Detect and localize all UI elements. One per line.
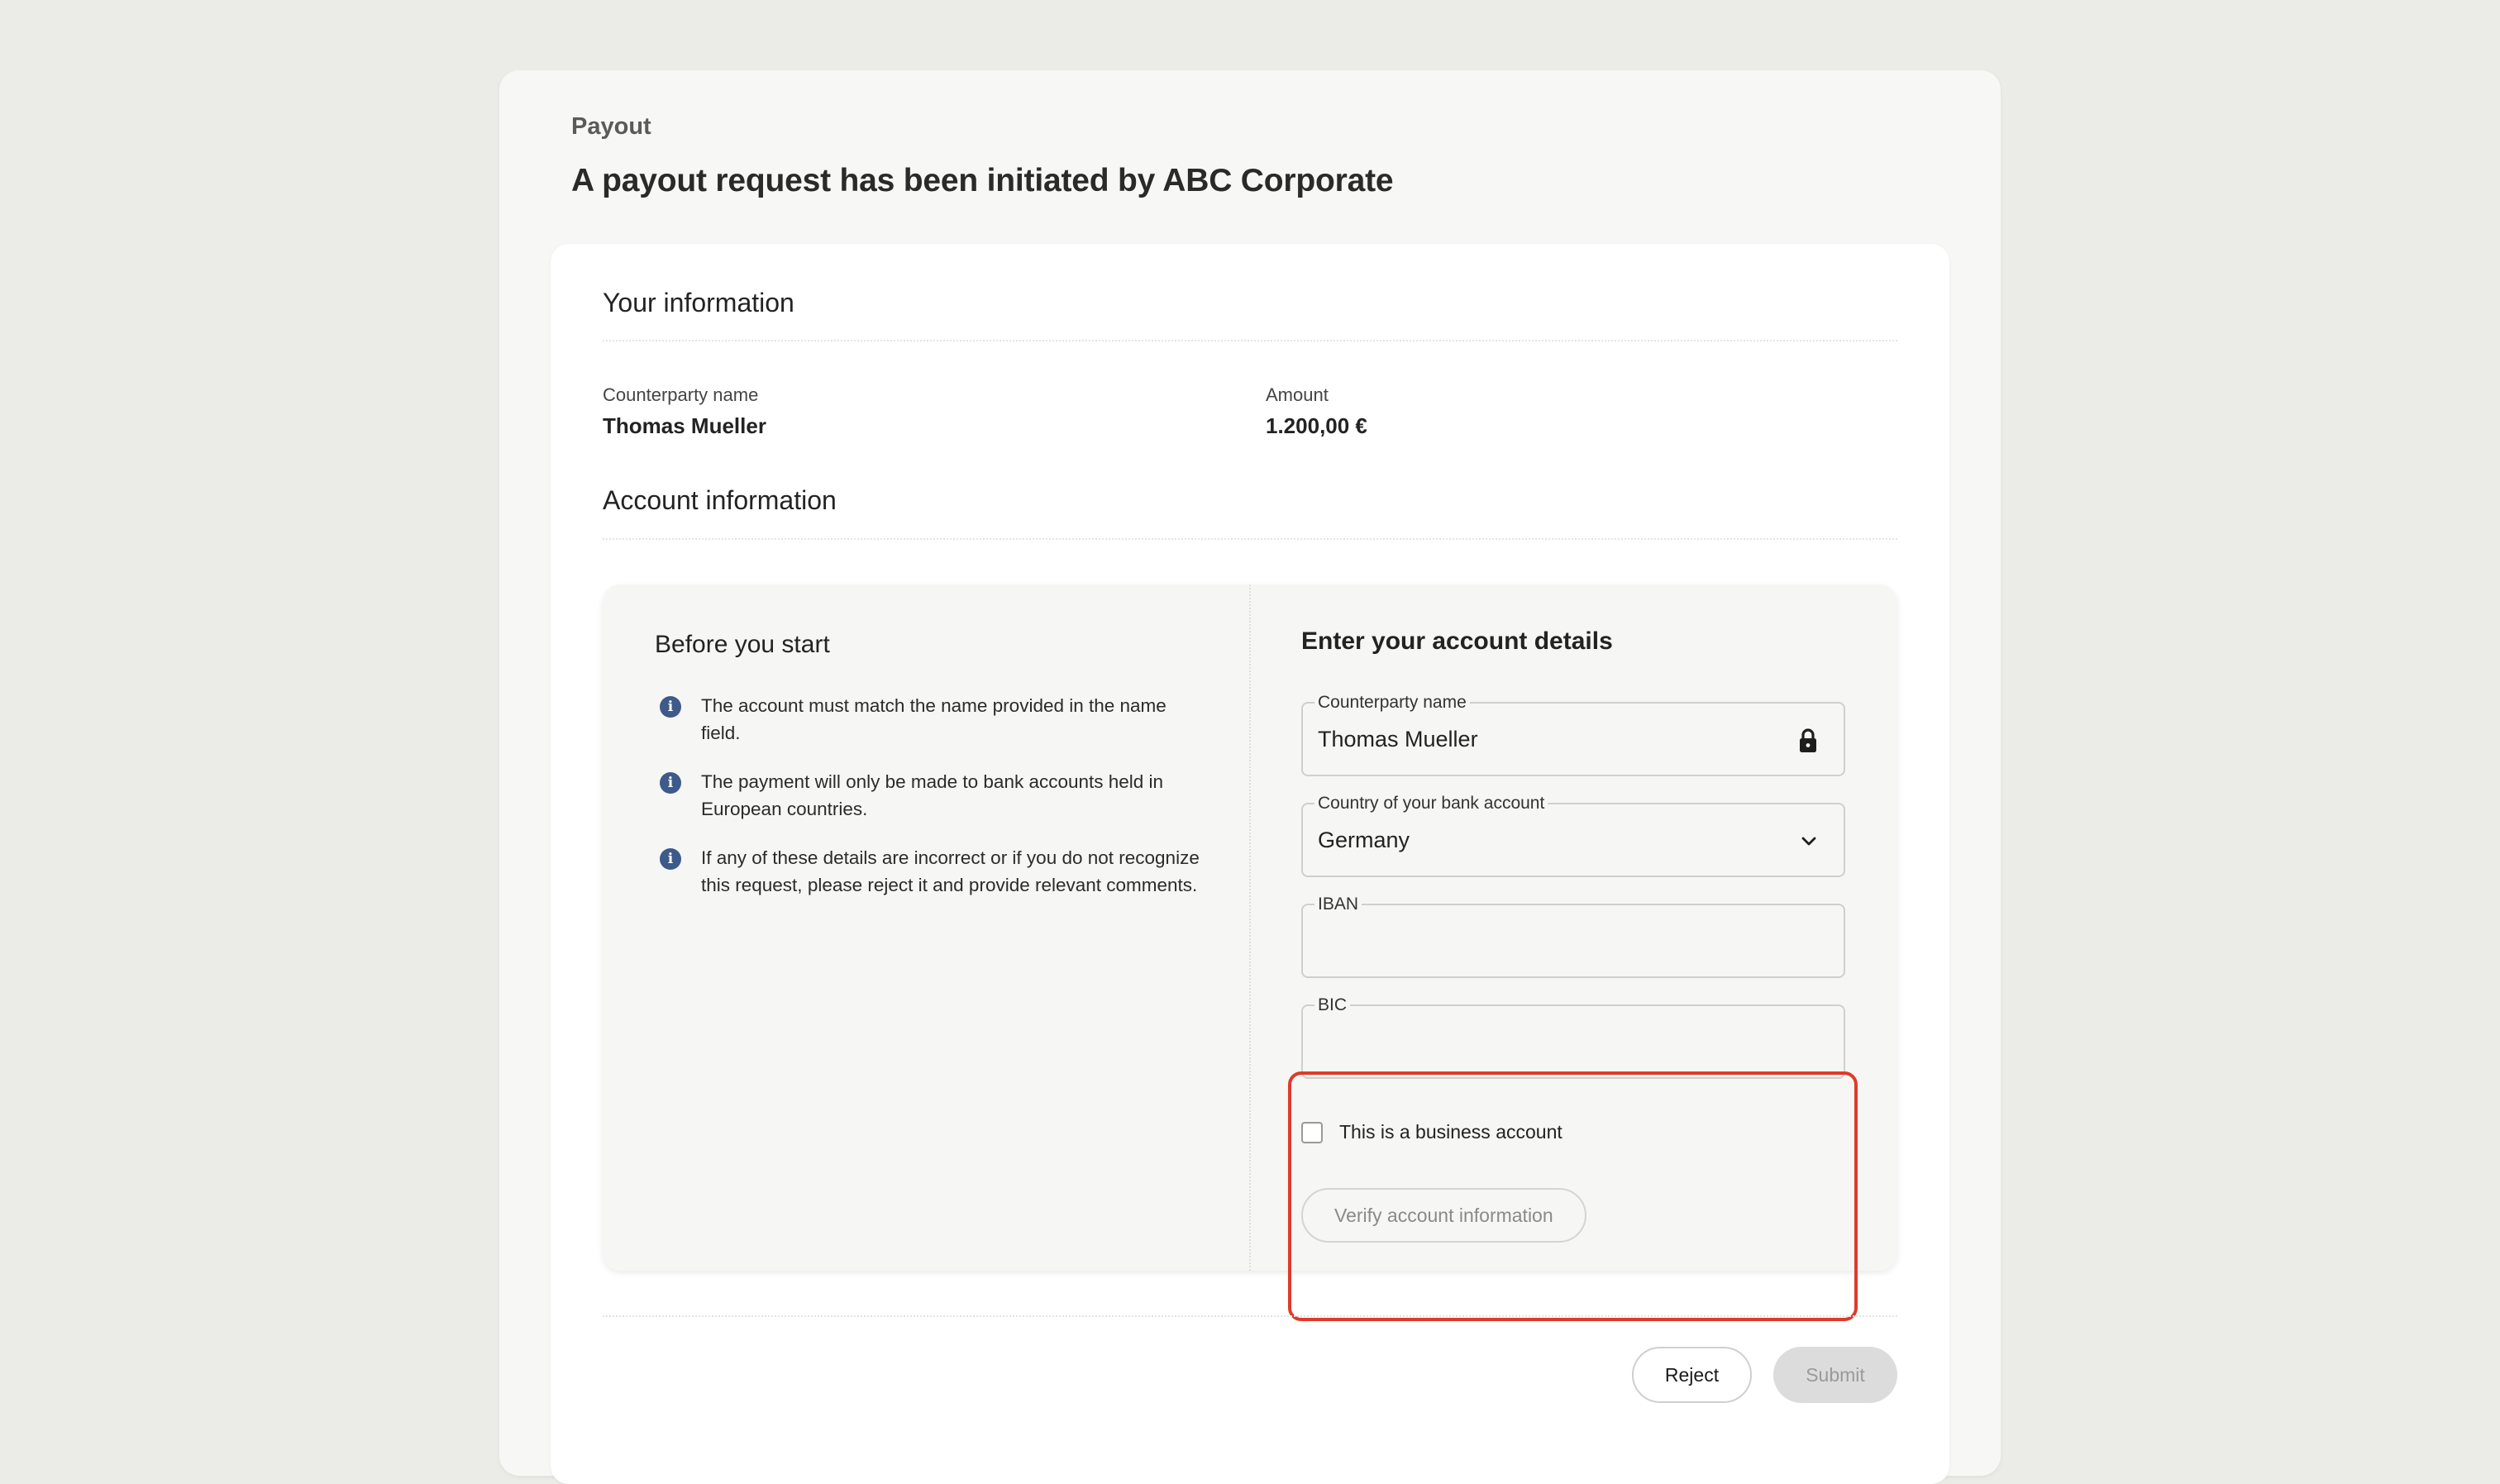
business-account-row[interactable]: This is a business account xyxy=(1301,1121,1562,1143)
divider xyxy=(603,538,1897,540)
info-icon: i xyxy=(660,696,681,718)
account-panel: Before you start i The account must matc… xyxy=(603,585,1897,1321)
chevron-down-icon[interactable] xyxy=(1799,831,1819,851)
bic-input[interactable]: BIC xyxy=(1301,995,1845,1079)
info-icon: i xyxy=(660,772,681,794)
verify-account-button[interactable]: Verify account information xyxy=(1301,1188,1586,1243)
info-icon: i xyxy=(660,848,681,870)
your-information-heading: Your information xyxy=(603,288,794,317)
country-select-value: Germany xyxy=(1318,828,1410,852)
iban-input-label: IBAN xyxy=(1314,894,1362,915)
divider xyxy=(603,340,1897,341)
before-you-start-title: Before you start xyxy=(655,631,830,658)
page-eyebrow: Payout xyxy=(571,113,651,140)
info-item: i The payment will only be made to bank … xyxy=(655,768,1200,823)
amount-label: Amount xyxy=(1266,384,1329,405)
page-title: A payout request has been initiated by A… xyxy=(571,163,1394,198)
country-select[interactable]: Country of your bank account Germany xyxy=(1301,793,1845,877)
enter-account-details-title: Enter your account details xyxy=(1301,627,1613,655)
counterparty-name-value: Thomas Mueller xyxy=(603,413,766,438)
counterparty-name-field-value: Thomas Mueller xyxy=(1318,727,1478,752)
bic-input-label: BIC xyxy=(1314,995,1351,1016)
counterparty-name-field: Counterparty name Thomas Mueller xyxy=(1301,692,1845,776)
counterparty-name-label: Counterparty name xyxy=(603,384,759,405)
info-item-text: The payment will only be made to bank ac… xyxy=(701,771,1164,819)
amount-value: 1.200,00 € xyxy=(1266,413,1367,438)
panel-divider xyxy=(1249,585,1251,1271)
counterparty-name-field-label: Counterparty name xyxy=(1314,692,1470,713)
iban-input[interactable]: IBAN xyxy=(1301,894,1845,978)
info-item-text: If any of these details are incorrect or… xyxy=(701,847,1200,895)
info-item-text: The account must match the name provided… xyxy=(701,695,1167,743)
business-account-label[interactable]: This is a business account xyxy=(1339,1121,1562,1143)
account-information-heading: Account information xyxy=(603,485,837,515)
country-select-label: Country of your bank account xyxy=(1314,793,1548,814)
divider xyxy=(603,1315,1897,1317)
details-card: Your information Counterparty name Thoma… xyxy=(551,244,1949,1484)
submit-button[interactable]: Submit xyxy=(1773,1347,1897,1403)
lock-icon xyxy=(1800,728,1816,752)
business-account-checkbox[interactable] xyxy=(1301,1121,1323,1143)
info-item: i The account must match the name provid… xyxy=(655,692,1200,747)
reject-button[interactable]: Reject xyxy=(1632,1347,1752,1403)
info-item: i If any of these details are incorrect … xyxy=(655,844,1200,899)
